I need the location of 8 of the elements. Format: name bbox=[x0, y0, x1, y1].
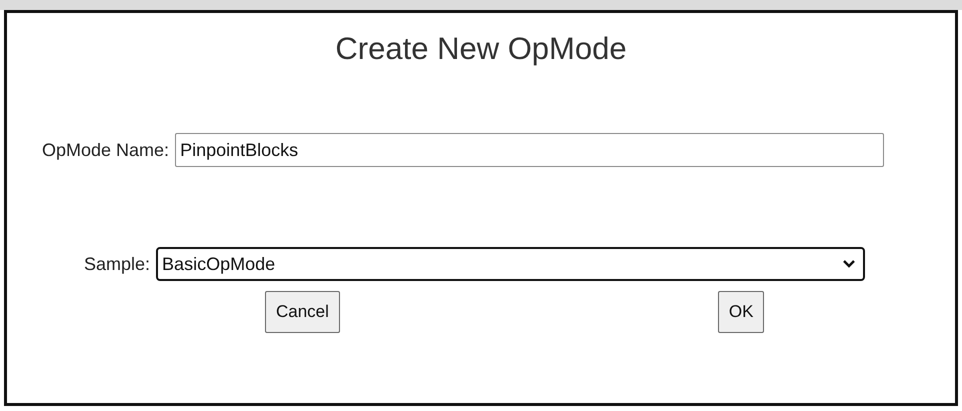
sample-dropdown[interactable]: BasicOpMode bbox=[156, 247, 866, 281]
field-label: Sample: bbox=[84, 254, 150, 274]
field-label: OpMode Name: bbox=[42, 140, 170, 160]
cancel-button[interactable]: Cancel bbox=[265, 291, 340, 333]
dialog-title: Create New OpMode bbox=[334, 30, 628, 68]
chevron-icon bbox=[843, 260, 856, 268]
ok-button[interactable]: OK bbox=[718, 291, 764, 333]
name-input-field[interactable]: PinpointBlocks bbox=[175, 133, 884, 167]
